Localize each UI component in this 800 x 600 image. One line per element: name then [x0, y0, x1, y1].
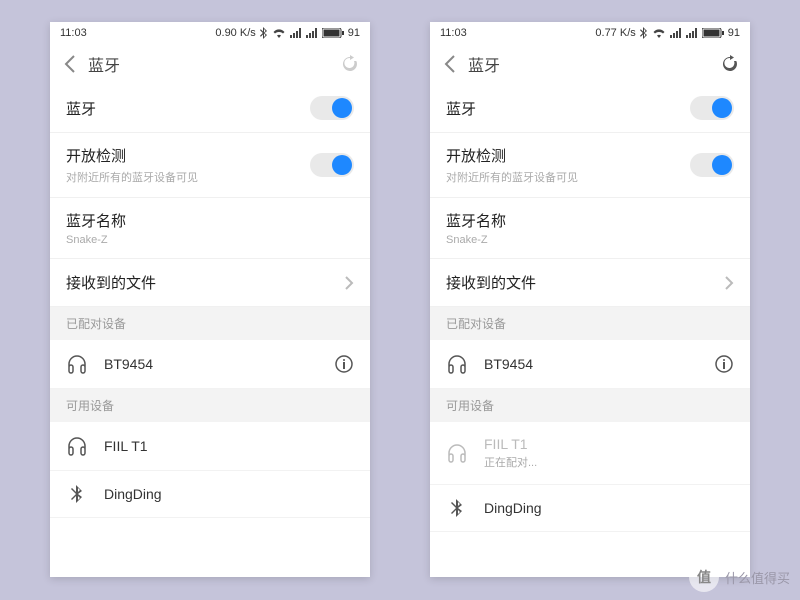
phone-right: 11:03 0.77 K/s 91 蓝牙 蓝牙: [430, 22, 750, 577]
bt-name-value: Snake-Z: [446, 234, 734, 246]
device-name: BT9454: [484, 356, 698, 372]
row-received-files[interactable]: 接收到的文件: [430, 259, 750, 307]
info-icon[interactable]: [334, 354, 354, 374]
battery-icon: [702, 28, 724, 38]
row-label: 接收到的文件: [446, 272, 724, 293]
row-bluetooth[interactable]: 蓝牙: [430, 84, 750, 133]
section-paired: 已配对设备: [430, 307, 750, 340]
status-battery: 91: [728, 27, 740, 39]
signal-icon-2: [306, 28, 318, 38]
signal-icon: [670, 28, 682, 38]
info-icon[interactable]: [714, 354, 734, 374]
watermark: 值 什么值得买: [689, 562, 790, 592]
device-row[interactable]: DingDing: [50, 471, 370, 518]
back-button[interactable]: [438, 52, 462, 76]
status-bar: 11:03 0.77 K/s 91: [430, 22, 750, 44]
bluetooth-icon: [71, 485, 83, 503]
bluetooth-toggle[interactable]: [310, 96, 354, 120]
row-label: 开放检测: [446, 145, 690, 166]
headphones-icon: [447, 354, 467, 374]
device-name: FIIL T1: [104, 438, 354, 454]
row-label: 蓝牙名称: [66, 210, 354, 231]
status-time: 11:03: [60, 27, 87, 39]
chevron-left-icon: [64, 55, 76, 73]
row-bt-name[interactable]: 蓝牙名称 Snake-Z: [50, 198, 370, 259]
device-name: FIIL T1: [484, 436, 734, 452]
phone-left: 11:03 0.90 K/s 91 蓝牙 蓝牙: [50, 22, 370, 577]
watermark-text: 什么值得买: [725, 568, 790, 587]
device-row[interactable]: FIIL T1: [50, 422, 370, 471]
bluetooth-icon: [451, 499, 463, 517]
row-received-files[interactable]: 接收到的文件: [50, 259, 370, 307]
chevron-right-icon: [724, 276, 734, 290]
section-available: 可用设备: [430, 389, 750, 422]
page-title: 蓝牙: [468, 52, 500, 76]
section-available: 可用设备: [50, 389, 370, 422]
bt-name-value: Snake-Z: [66, 234, 354, 246]
row-sub: 对附近所有的蓝牙设备可见: [66, 169, 310, 185]
status-time: 11:03: [440, 27, 467, 39]
device-row[interactable]: DingDing: [430, 485, 750, 532]
row-label: 开放检测: [66, 145, 310, 166]
device-row[interactable]: FIIL T1 正在配对...: [430, 422, 750, 485]
refresh-button[interactable]: [718, 52, 742, 76]
headphones-icon: [67, 354, 87, 374]
row-label: 蓝牙: [66, 98, 310, 119]
row-bluetooth[interactable]: 蓝牙: [50, 84, 370, 133]
row-label: 接收到的文件: [66, 272, 344, 293]
bluetooth-toggle[interactable]: [690, 96, 734, 120]
status-bar: 11:03 0.90 K/s 91: [50, 22, 370, 44]
device-name: DingDing: [104, 486, 354, 502]
bluetooth-icon: [640, 27, 648, 39]
device-name: BT9454: [104, 356, 318, 372]
signal-icon-2: [686, 28, 698, 38]
discover-toggle[interactable]: [690, 153, 734, 177]
row-sub: 对附近所有的蓝牙设备可见: [446, 169, 690, 185]
device-row[interactable]: BT9454: [430, 340, 750, 389]
headphones-icon: [447, 443, 467, 463]
status-speed: 0.77 K/s: [595, 27, 635, 39]
refresh-button[interactable]: [338, 52, 362, 76]
navbar: 蓝牙: [50, 44, 370, 84]
device-status: 正在配对...: [484, 454, 734, 470]
discover-toggle[interactable]: [310, 153, 354, 177]
bluetooth-icon: [260, 27, 268, 39]
section-paired: 已配对设备: [50, 307, 370, 340]
status-battery: 91: [348, 27, 360, 39]
device-name: DingDing: [484, 500, 734, 516]
headphones-icon: [67, 436, 87, 456]
row-discover[interactable]: 开放检测 对附近所有的蓝牙设备可见: [430, 133, 750, 198]
back-button[interactable]: [58, 52, 82, 76]
chevron-left-icon: [444, 55, 456, 73]
refresh-icon: [341, 55, 359, 73]
row-discover[interactable]: 开放检测 对附近所有的蓝牙设备可见: [50, 133, 370, 198]
row-label: 蓝牙名称: [446, 210, 734, 231]
watermark-badge: 值: [689, 562, 719, 592]
status-speed: 0.90 K/s: [215, 27, 255, 39]
device-row[interactable]: BT9454: [50, 340, 370, 389]
wifi-icon: [652, 28, 666, 38]
navbar: 蓝牙: [430, 44, 750, 84]
chevron-right-icon: [344, 276, 354, 290]
refresh-icon: [721, 55, 739, 73]
signal-icon: [290, 28, 302, 38]
row-bt-name[interactable]: 蓝牙名称 Snake-Z: [430, 198, 750, 259]
row-label: 蓝牙: [446, 98, 690, 119]
wifi-icon: [272, 28, 286, 38]
page-title: 蓝牙: [88, 52, 120, 76]
battery-icon: [322, 28, 344, 38]
